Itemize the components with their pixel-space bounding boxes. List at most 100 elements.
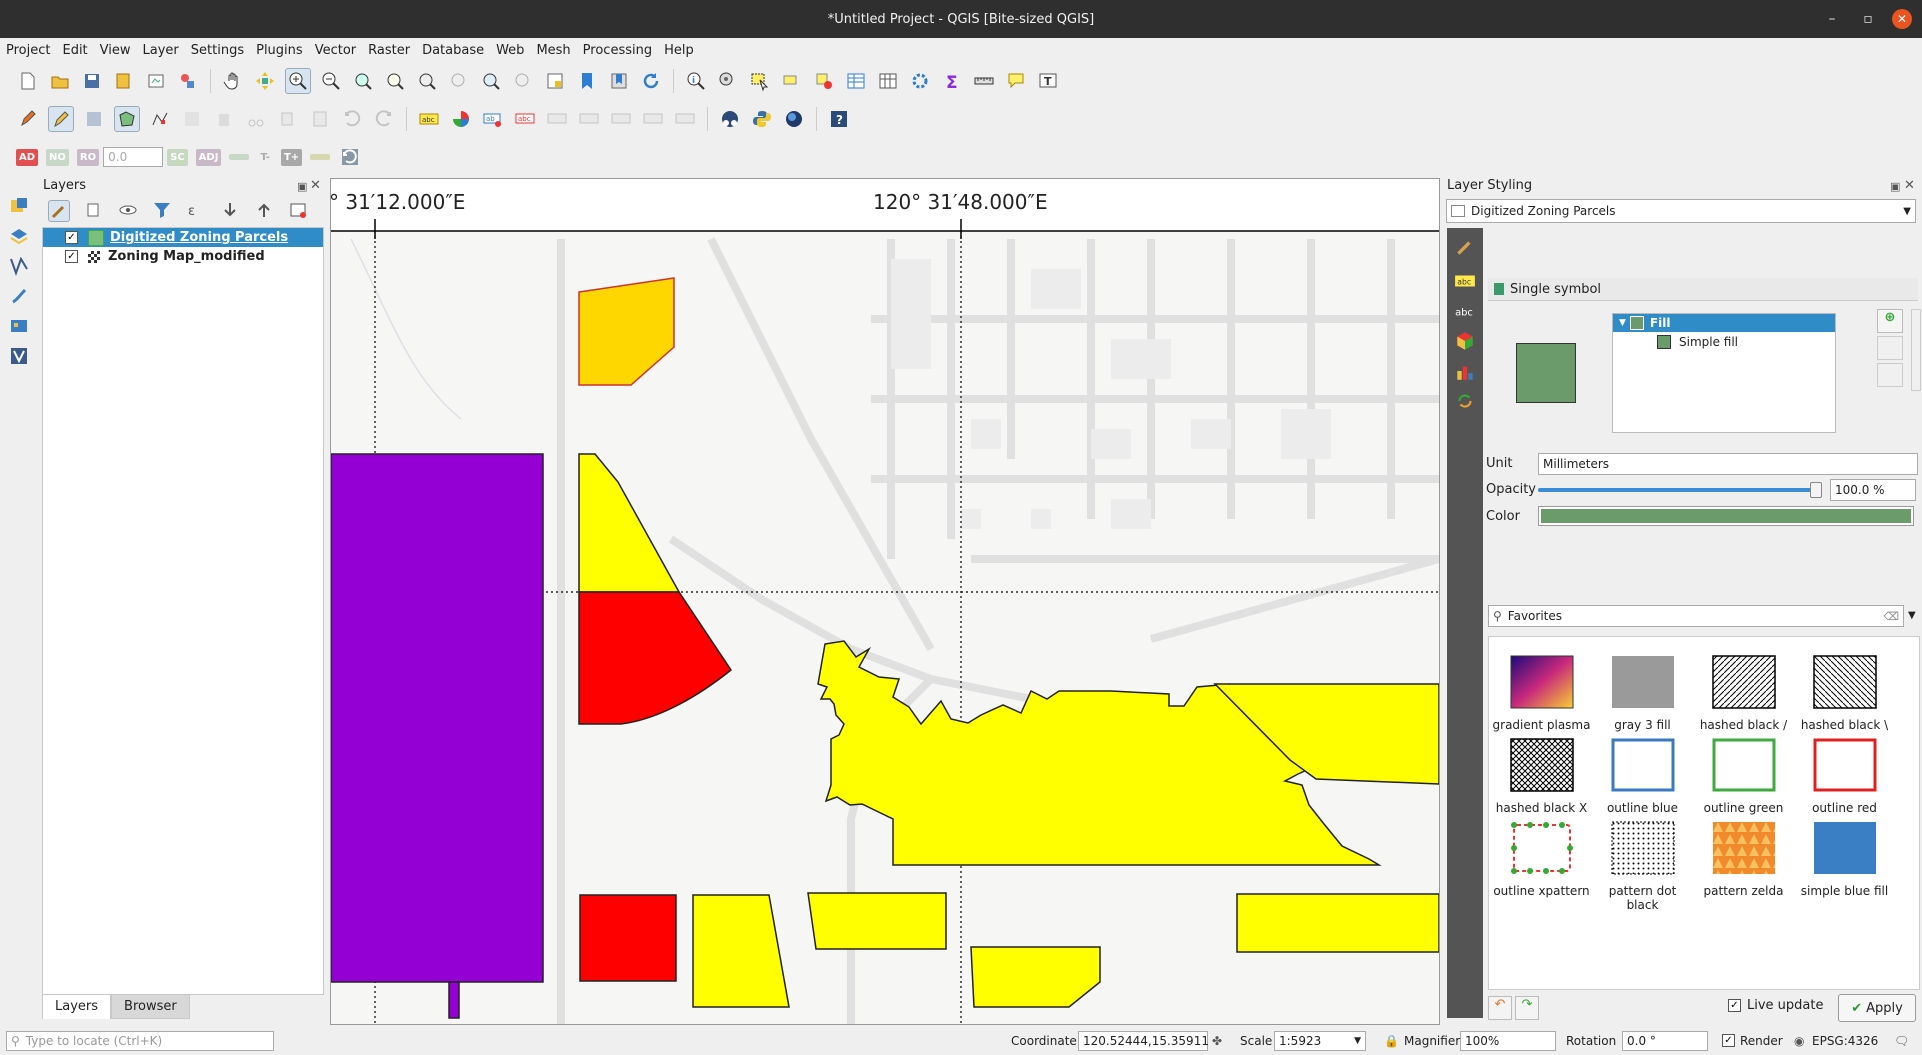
symbol-item[interactable]: gray 3 fill [1592,655,1693,732]
zoom-next-icon[interactable] [511,69,535,93]
menu-mesh[interactable]: Mesh [530,43,576,58]
delete-selected-icon[interactable] [212,107,236,131]
save-as-icon[interactable] [112,69,136,93]
redo-style-button[interactable]: ↷ [1515,996,1539,1020]
zoom-out-icon[interactable] [319,69,343,93]
symbology-tab-icon[interactable] [1453,236,1477,258]
diagrams-tab-icon[interactable] [1453,360,1477,382]
zoom-native-icon[interactable] [447,69,471,93]
undo-icon[interactable] [340,107,364,131]
zoom-to-selection-icon[interactable] [383,69,407,93]
live-update-toggle[interactable]: ✓ Live update [1728,998,1823,1013]
symbol-tree-simple-fill-row[interactable]: Simple fill [1613,332,1835,352]
rotation-spinbox[interactable]: 0.0 ° [1622,1030,1708,1051]
blank-toggle[interactable] [229,154,250,160]
symbol-item[interactable]: simple blue fill [1794,821,1895,912]
panel-float-icon[interactable]: ▣ [297,180,307,193]
undo-digitizing-icon[interactable] [338,145,362,169]
layer-row-zoning-map-modified[interactable]: ✓ Zoning Map_modified [43,247,323,266]
toggle-extents-icon[interactable]: ✤ [1212,1034,1222,1048]
symbol-layer-scroll[interactable] [1911,309,1921,391]
add-group-icon[interactable] [84,200,104,220]
cut-features-icon[interactable] [244,107,268,131]
crs-label[interactable]: EPSG:4326 [1812,1034,1878,1048]
identify-icon[interactable]: i [684,69,708,93]
new-map-view-icon[interactable] [543,69,567,93]
deselect-features-icon[interactable] [812,69,836,93]
web-globe-icon[interactable] [782,107,806,131]
new-bookmark-icon[interactable] [575,69,599,93]
clear-search-icon[interactable]: ⌫ [1883,610,1899,623]
masks-tab-icon[interactable]: abc [1453,300,1477,322]
lock-symbol-layer-button[interactable] [1877,363,1903,387]
expand-all-icon[interactable] [220,200,240,220]
opacity-slider[interactable] [1538,482,1822,498]
magnifier-spinbox[interactable]: 100% [1460,1030,1556,1051]
filter-expression-icon[interactable]: ε [186,200,206,220]
maximize-button[interactable]: ▫ [1850,11,1886,27]
layer-visibility-checkbox[interactable]: ✓ [65,250,78,263]
add-raster-layer-icon[interactable] [7,314,31,338]
run-feature-action-icon[interactable] [716,69,740,93]
save-project-icon[interactable] [80,69,104,93]
undo-style-button[interactable]: ↶ [1488,996,1512,1020]
close-button[interactable]: ✕ [1892,9,1912,29]
sum-icon[interactable]: Σ [940,69,964,93]
pan-to-selection-icon[interactable] [253,69,277,93]
live-update-checkbox[interactable]: ✓ [1728,999,1741,1012]
toggle-editing-icon[interactable] [48,106,74,132]
highlight-pinned-labels-icon[interactable]: abc [513,107,537,131]
apply-button[interactable]: ✔ Apply [1838,994,1916,1022]
measure-line-icon[interactable] [972,69,996,93]
add-delimited-layer-icon[interactable] [7,254,31,278]
no-toggle[interactable]: NO [46,148,69,166]
rotate-label-icon[interactable] [609,107,633,131]
style-manager-icon[interactable] [176,69,200,93]
help-icon[interactable]: ? [827,107,851,131]
t-plus-toggle[interactable]: T+ [280,148,303,166]
color-button[interactable] [1538,506,1914,526]
open-project-icon[interactable] [48,69,72,93]
symbol-search-input[interactable]: ⚲ Favorites ⌫ [1488,605,1904,627]
zoom-to-layer-icon[interactable] [415,69,439,93]
add-polygon-feature-icon[interactable] [114,106,140,132]
map-svg[interactable]: ° 31′12.000″E 120° 31′48.000″E [331,179,1439,1024]
diagram-options-icon[interactable] [449,107,473,131]
openlayers-plugin-icon[interactable] [718,107,742,131]
menu-settings[interactable]: Settings [185,43,250,58]
new-shapefile-icon[interactable] [7,344,31,368]
collapse-all-icon[interactable] [254,200,274,220]
menu-layer[interactable]: Layer [137,43,185,58]
text-annotation-icon[interactable]: T [1036,69,1060,93]
processing-toolbox-icon[interactable] [908,69,932,93]
opacity-slider-handle[interactable] [1810,482,1822,498]
menu-vector[interactable]: Vector [309,43,362,58]
remove-layer-icon[interactable] [288,200,308,220]
map-canvas[interactable]: ° 31′12.000″E 120° 31′48.000″E [330,178,1440,1025]
move-label-icon[interactable] [545,107,569,131]
menu-plugins[interactable]: Plugins [250,43,309,58]
coordinate-field[interactable]: 120.52444,15.35911 [1078,1030,1209,1051]
tolerance-input[interactable]: 0.0 [103,147,164,167]
3d-view-tab-icon[interactable] [1453,330,1477,352]
manage-map-themes-icon[interactable] [118,200,138,220]
layer-row-digitized-zoning-parcels[interactable]: ✓ Digitized Zoning Parcels [43,228,323,247]
layer-selector-combo[interactable]: Digitized Zoning Parcels ▼ [1446,199,1916,223]
redo-icon[interactable] [372,107,396,131]
symbol-tree-fill-row[interactable]: ▼ Fill [1613,314,1835,332]
menu-edit[interactable]: Edit [56,43,93,58]
current-edits-icon[interactable] [16,107,40,131]
symbol-item[interactable]: outline red [1794,738,1895,815]
unit-select[interactable]: Millimeters [1538,453,1918,475]
open-styling-icon[interactable] [48,200,70,222]
copy-features-icon[interactable] [276,107,300,131]
zoom-in-icon[interactable] [285,68,311,94]
panel-close-icon[interactable]: ✕ [310,178,321,193]
ad-toggle[interactable]: AD [16,148,39,166]
print-layout-icon[interactable] [144,69,168,93]
add-symbol-layer-button[interactable]: ⊕ [1877,309,1903,333]
panel-close-icon[interactable]: ✕ [1904,178,1915,193]
pan-icon[interactable] [221,69,245,93]
select-features-icon[interactable] [748,69,772,93]
pin-labels-icon[interactable]: ab [481,107,505,131]
